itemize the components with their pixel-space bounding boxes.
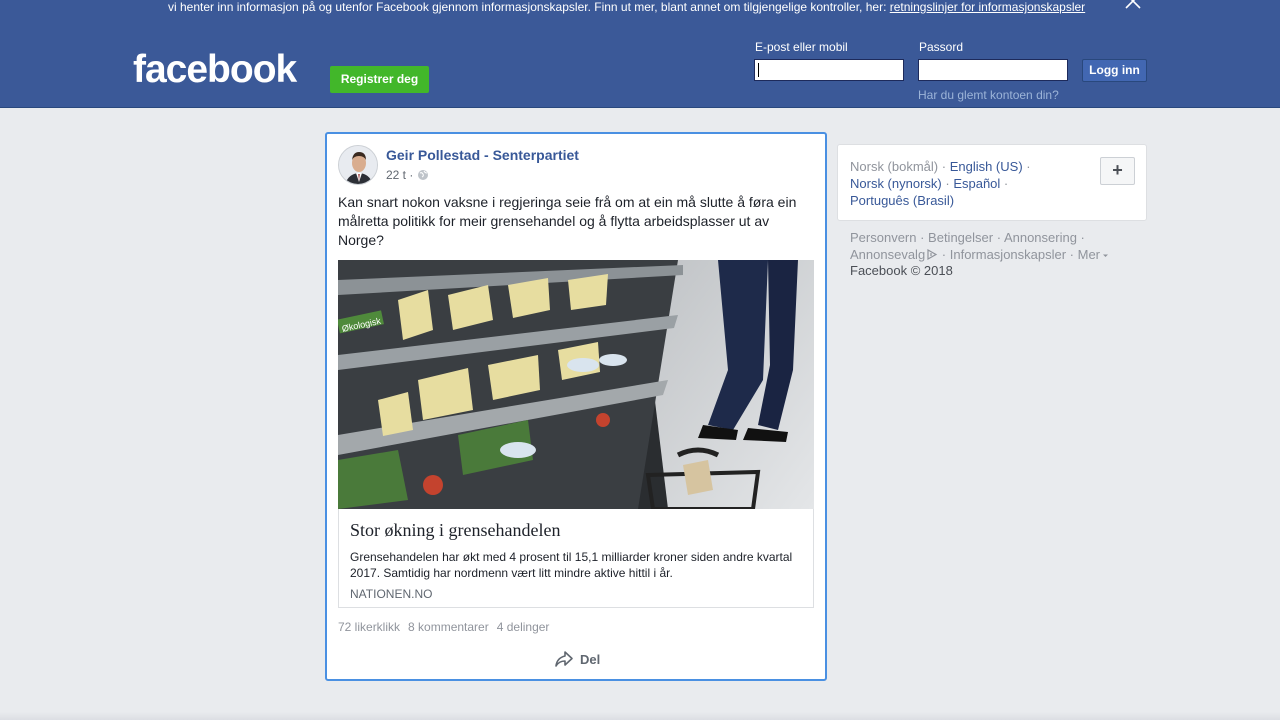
share-icon bbox=[555, 651, 573, 667]
more-languages-button[interactable]: + bbox=[1100, 157, 1135, 185]
author-avatar[interactable] bbox=[338, 145, 378, 185]
post-text: Kan snart nokon vaksne i regjeringa seie… bbox=[338, 194, 797, 248]
avatar-image bbox=[339, 146, 377, 184]
ad-choices-icon bbox=[927, 248, 938, 261]
password-field[interactable] bbox=[918, 59, 1068, 81]
cookie-policy-link[interactable]: retningslinjer for informasjonskapsler bbox=[890, 0, 1085, 14]
link-preview-source: NATIONEN.NO bbox=[350, 587, 433, 601]
register-button[interactable]: Registrer deg bbox=[330, 66, 429, 93]
footer-ad-choices[interactable]: Annonsevalg bbox=[850, 247, 925, 262]
language-list: Norsk (bokmål) · English (US) · Norsk (n… bbox=[850, 159, 1031, 208]
login-button[interactable]: Logg inn bbox=[1082, 59, 1147, 82]
language-selector: Norsk (bokmål) · English (US) · Norsk (n… bbox=[837, 144, 1147, 221]
shares-count[interactable]: 4 delinger bbox=[497, 620, 550, 634]
cheese-shelf-photo: Økologisk bbox=[338, 260, 814, 509]
footer-links: Personvern · Betingelser · Annonsering ·… bbox=[850, 229, 1140, 263]
link-preview-image[interactable]: Økologisk bbox=[338, 260, 814, 509]
cookie-banner-message: vi henter inn informasjon på og utenfor … bbox=[168, 0, 890, 14]
current-language: Norsk (bokmål) bbox=[850, 159, 939, 174]
comments-count[interactable]: 8 kommentarer bbox=[408, 620, 489, 634]
top-header: facebook Registrer deg E-post eller mobi… bbox=[0, 25, 1280, 108]
link-preview-description: Grensehandelen har økt med 4 prosent til… bbox=[350, 550, 793, 580]
share-button[interactable]: Del bbox=[554, 650, 600, 668]
likes-count[interactable]: 72 likerklikk bbox=[338, 620, 400, 634]
share-label: Del bbox=[580, 651, 601, 667]
forgot-account-link[interactable]: Har du glemt kontoen din? bbox=[918, 88, 1059, 102]
post-meta: 22 t · bbox=[386, 168, 429, 182]
link-preview-title[interactable]: Stor økning i grensehandelen bbox=[350, 520, 560, 541]
footer-terms[interactable]: Betingelser bbox=[928, 230, 993, 245]
close-icon[interactable] bbox=[1124, 0, 1142, 10]
footer-privacy[interactable]: Personvern bbox=[850, 230, 916, 245]
footer-cookies[interactable]: Informasjonskapsler bbox=[950, 247, 1066, 262]
post-card: Geir Pollestad - Senterpartiet 22 t · Ka… bbox=[325, 132, 827, 681]
language-spanish[interactable]: Español bbox=[953, 176, 1000, 191]
page-bottom-shadow bbox=[0, 712, 1280, 720]
language-english[interactable]: English (US) bbox=[950, 159, 1023, 174]
footer-more[interactable]: Mer bbox=[1078, 247, 1100, 262]
text-caret bbox=[758, 63, 759, 77]
globe-icon bbox=[418, 170, 429, 180]
post-timestamp[interactable]: 22 t · bbox=[386, 168, 413, 182]
language-portuguese[interactable]: Português (Brasil) bbox=[850, 193, 954, 208]
email-field[interactable] bbox=[754, 59, 904, 81]
post-stats: 72 likerklikk 8 kommentarer 4 delinger bbox=[338, 620, 549, 634]
email-label: E-post eller mobil bbox=[755, 40, 848, 54]
password-label: Passord bbox=[919, 40, 964, 54]
link-preview[interactable]: Stor økning i grensehandelen Grensehande… bbox=[338, 509, 814, 608]
post-author-name[interactable]: Geir Pollestad - Senterpartiet bbox=[386, 147, 579, 163]
facebook-logo[interactable]: facebook bbox=[133, 47, 297, 93]
cookie-banner: vi henter inn informasjon på og utenfor … bbox=[0, 0, 1280, 25]
footer-advertising[interactable]: Annonsering bbox=[1004, 230, 1077, 245]
language-nynorsk[interactable]: Norsk (nynorsk) bbox=[850, 176, 942, 191]
cookie-banner-text: vi henter inn informasjon på og utenfor … bbox=[168, 0, 1085, 14]
chevron-down-icon bbox=[1103, 254, 1109, 257]
copyright: Facebook © 2018 bbox=[850, 263, 953, 278]
